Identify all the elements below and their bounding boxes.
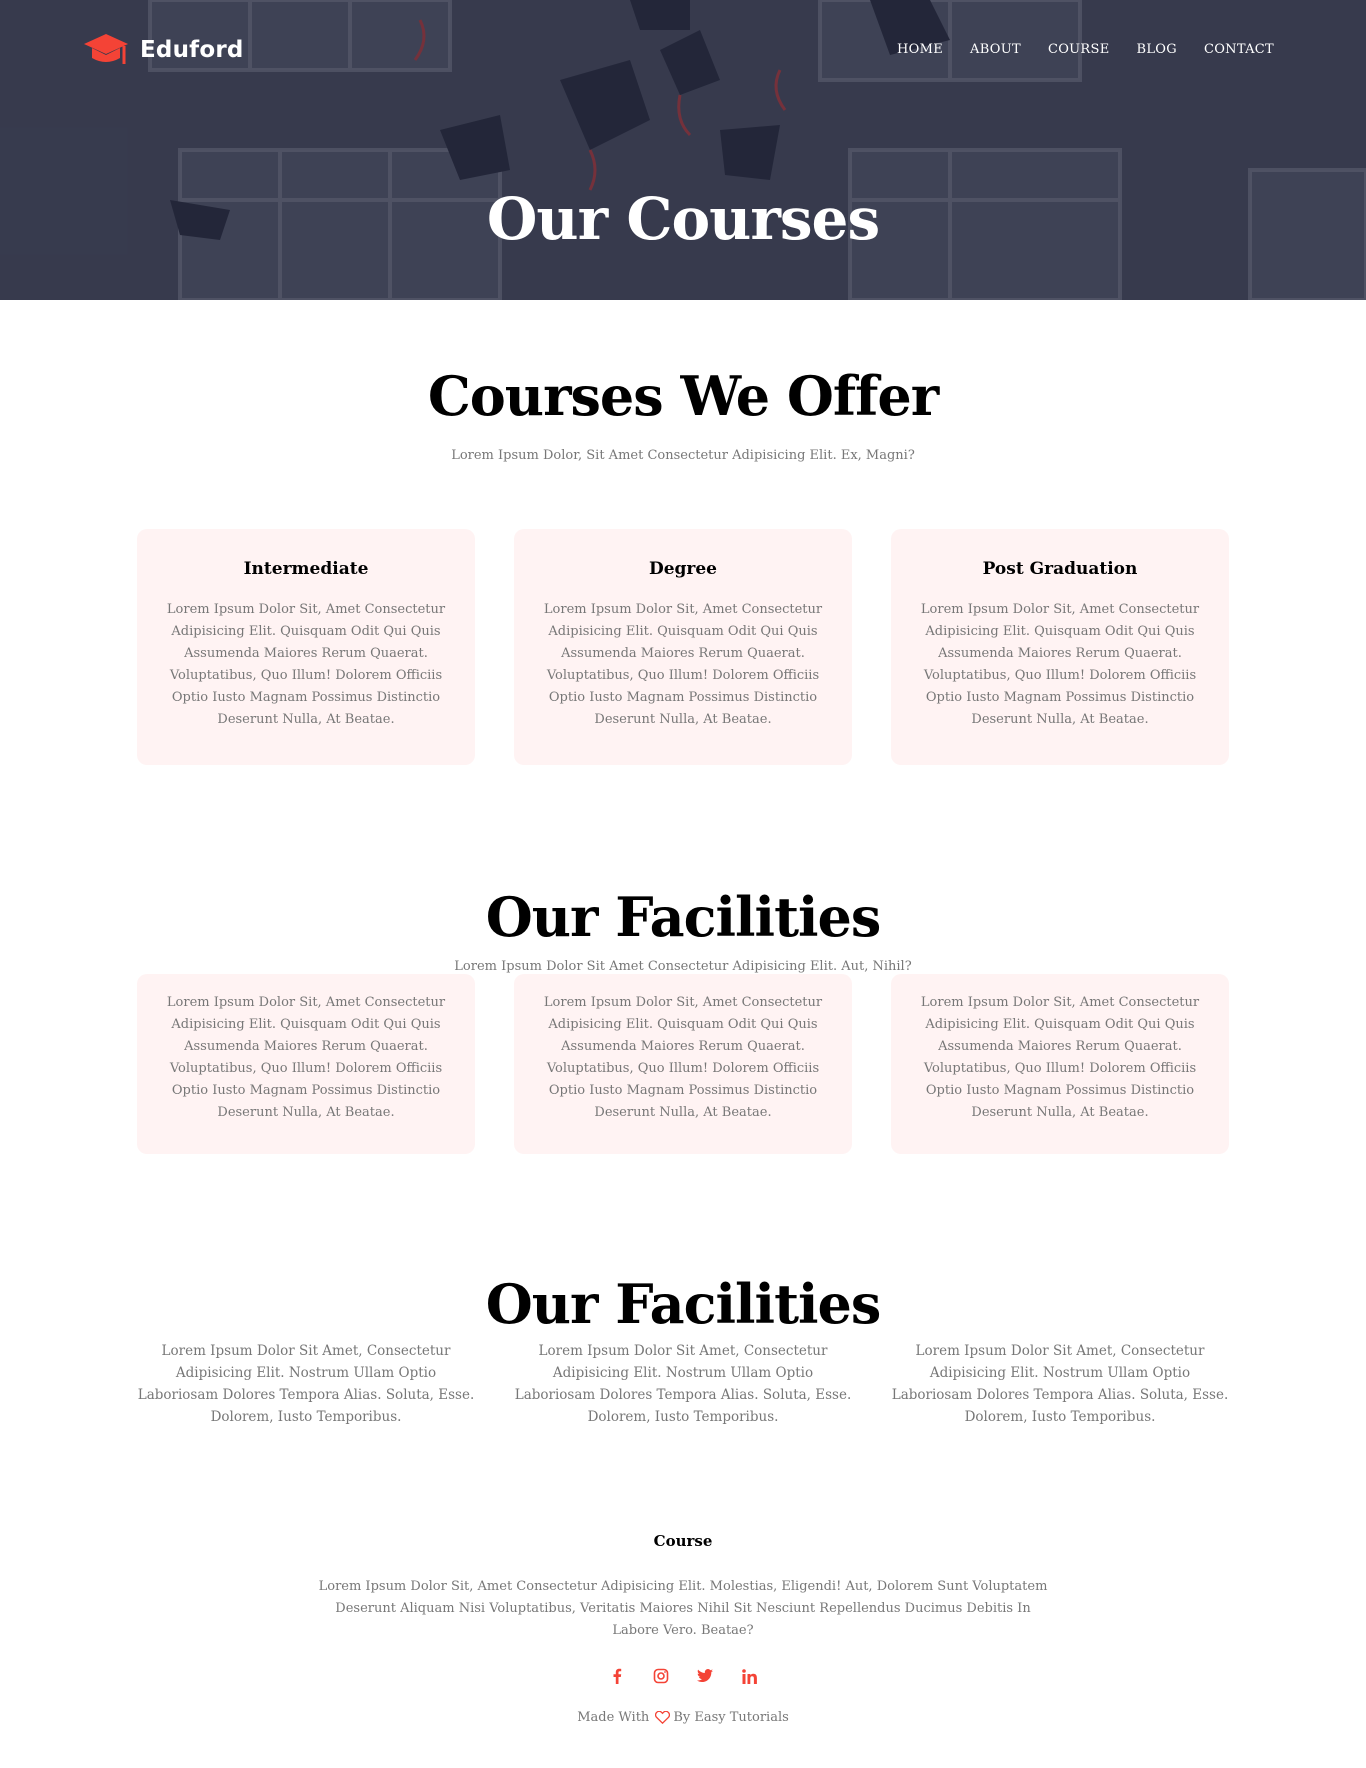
brand-name: Eduford <box>140 37 244 63</box>
facility-card: Lorem Ipsum Dolor Sit, Amet Consectetur … <box>891 974 1229 1154</box>
hero-title: Our Courses <box>486 185 880 253</box>
footer: Course Lorem Ipsum Dolor Sit, Amet Conse… <box>0 1532 1366 1725</box>
facility-column-text: Lorem Ipsum Dolor Sit Amet, Consectetur … <box>137 1343 475 1425</box>
facilities-title-2: Our Facilities <box>485 1272 882 1336</box>
logo[interactable]: Eduford <box>82 30 244 70</box>
credit-prefix: Made With <box>577 1710 650 1725</box>
course-card-title: Degree <box>648 559 718 579</box>
course-card-text: Lorem Ipsum Dolor Sit, Amet Consectetur … <box>166 602 446 727</box>
courses-subtitle: Lorem Ipsum Dolor, Sit Amet Consectetur … <box>451 448 915 463</box>
facilities-section-2: Our Facilities Lorem Ipsum Dolor Sit Ame… <box>0 1272 1366 1428</box>
course-card-text: Lorem Ipsum Dolor Sit, Amet Consectetur … <box>920 602 1200 727</box>
facility-card: Lorem Ipsum Dolor Sit, Amet Consectetur … <box>514 974 852 1154</box>
courses-row: Intermediate Lorem Ipsum Dolor Sit, Amet… <box>0 529 1366 765</box>
courses-section: Courses We Offer Lorem Ipsum Dolor, Sit … <box>0 364 1366 765</box>
course-card-degree: Degree Lorem Ipsum Dolor Sit, Amet Conse… <box>514 529 852 765</box>
facility-column-text: Lorem Ipsum Dolor Sit Amet, Consectetur … <box>514 1343 852 1425</box>
social-links <box>0 1666 1366 1686</box>
course-card-title: Intermediate <box>243 559 369 579</box>
facilities-subtitle: Lorem Ipsum Dolor Sit Amet Consectetur A… <box>454 959 912 974</box>
footer-description: Lorem Ipsum Dolor Sit, Amet Consectetur … <box>318 1579 1048 1638</box>
facility-card-text: Lorem Ipsum Dolor Sit, Amet Consectetur … <box>166 995 446 1120</box>
credit-suffix: By Easy Tutorials <box>673 1710 789 1725</box>
nav-blog[interactable]: BLOG <box>1137 42 1177 57</box>
twitter-icon[interactable] <box>695 1666 715 1686</box>
nav-about[interactable]: ABOUT <box>970 42 1021 57</box>
facility-card-text: Lorem Ipsum Dolor Sit, Amet Consectetur … <box>920 995 1200 1120</box>
nav-home[interactable]: HOME <box>897 42 943 57</box>
course-card-text: Lorem Ipsum Dolor Sit, Amet Consectetur … <box>543 602 823 727</box>
hero-banner: Eduford HOME ABOUT COURSE BLOG CONTACT O… <box>0 0 1366 300</box>
footer-credit: Made With By Easy Tutorials <box>0 1710 1366 1725</box>
course-card-intermediate: Intermediate Lorem Ipsum Dolor Sit, Amet… <box>137 529 475 765</box>
main-nav: HOME ABOUT COURSE BLOG CONTACT <box>897 42 1274 57</box>
linkedin-icon[interactable] <box>739 1666 759 1686</box>
facebook-icon[interactable] <box>607 1666 627 1686</box>
facilities-title: Our Facilities <box>485 885 882 949</box>
graduation-cap-icon <box>84 34 128 64</box>
facility-column-text: Lorem Ipsum Dolor Sit Amet, Consectetur … <box>891 1343 1229 1425</box>
heart-icon <box>655 1711 671 1724</box>
course-card-title: Post Graduation <box>982 559 1138 579</box>
courses-title: Courses We Offer <box>427 364 939 428</box>
facility-card: Lorem Ipsum Dolor Sit, Amet Consectetur … <box>137 974 475 1154</box>
course-card-post-graduation: Post Graduation Lorem Ipsum Dolor Sit, A… <box>891 529 1229 765</box>
instagram-icon[interactable] <box>651 1666 671 1686</box>
facility-card-text: Lorem Ipsum Dolor Sit, Amet Consectetur … <box>543 995 823 1120</box>
facilities-row: Lorem Ipsum Dolor Sit, Amet Consectetur … <box>0 974 1366 1154</box>
nav-course[interactable]: COURSE <box>1048 42 1110 57</box>
footer-title: Course <box>653 1532 713 1550</box>
facilities-section: Our Facilities Lorem Ipsum Dolor Sit Ame… <box>0 885 1366 1154</box>
facilities-columns: Lorem Ipsum Dolor Sit Amet, Consectetur … <box>0 1340 1366 1428</box>
nav-contact[interactable]: CONTACT <box>1204 42 1274 57</box>
